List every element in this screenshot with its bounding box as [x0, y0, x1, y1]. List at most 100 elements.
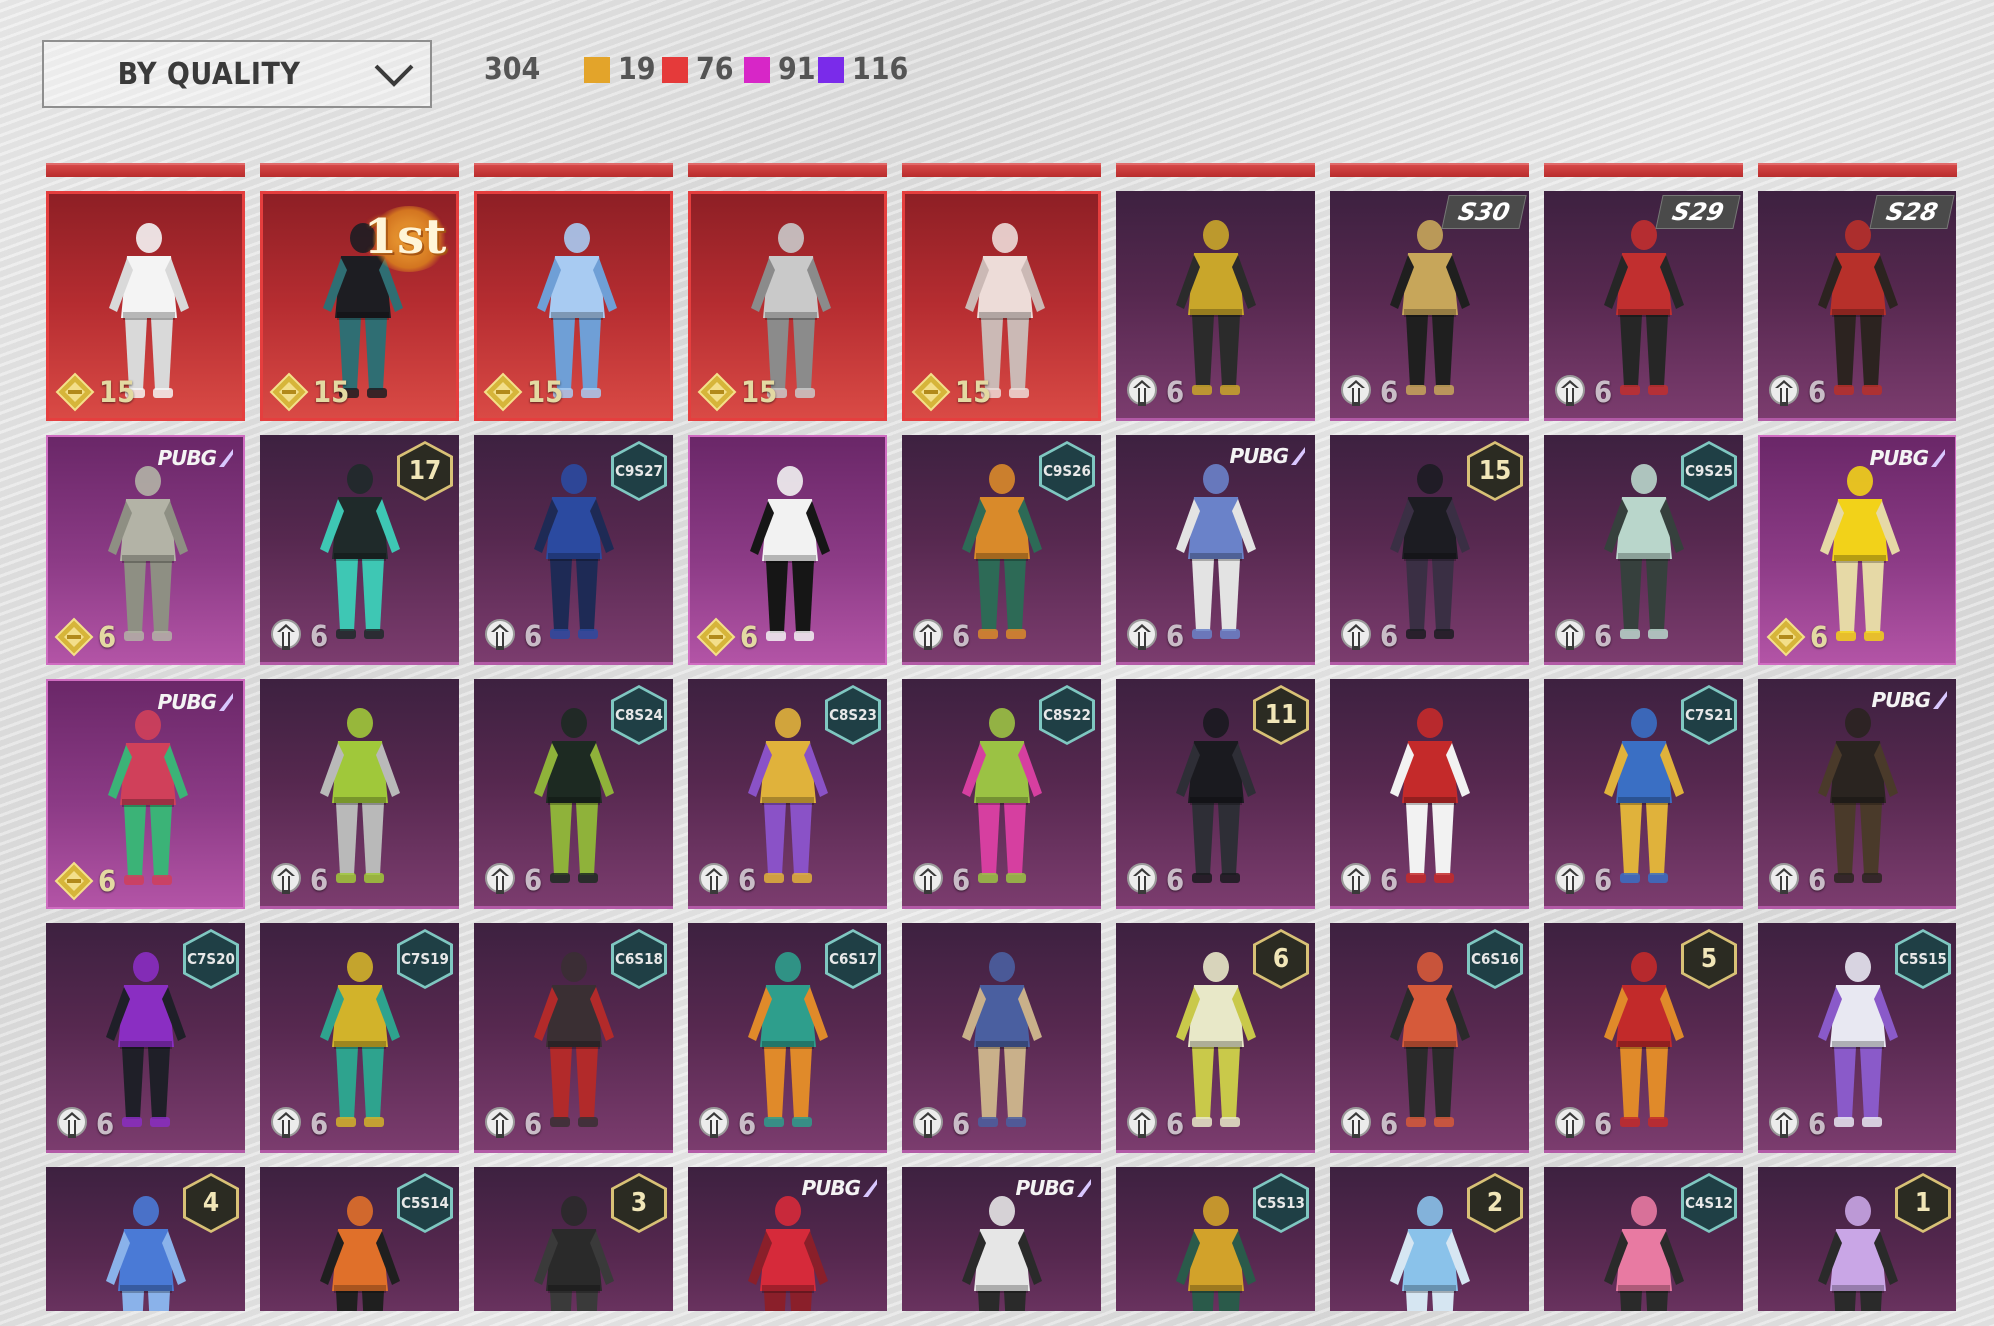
gold-coupon-icon	[55, 372, 95, 412]
price-value: 6	[740, 619, 759, 654]
outfit-card[interactable]: PUBG 6	[1758, 679, 1956, 909]
outfit-card[interactable]: C7S21 6	[1544, 679, 1743, 909]
price-value: 6	[1380, 1106, 1399, 1141]
previous-row-card-edge[interactable]	[1758, 163, 1957, 177]
previous-row-card-edge[interactable]	[1116, 163, 1315, 177]
outfit-card[interactable]: 2	[1330, 1167, 1529, 1311]
outfit-card[interactable]: 66	[1116, 923, 1315, 1153]
outfit-card[interactable]: C7S19 6	[260, 923, 459, 1153]
outfit-card[interactable]: PUBG 6	[46, 679, 245, 909]
outfit-card[interactable]: C5S13	[1116, 1167, 1315, 1311]
previous-row-card-edge[interactable]	[688, 163, 887, 177]
outfit-card[interactable]: 15	[688, 191, 887, 421]
outfit-card[interactable]: 15	[474, 191, 673, 421]
pubg-logo-badge: PUBG	[1225, 443, 1309, 469]
outfit-card[interactable]: 15 6	[1330, 435, 1529, 665]
silver-coupon-icon	[271, 1107, 301, 1138]
outfit-card[interactable]: C9S25 6	[1544, 435, 1743, 665]
previous-row-card-edge[interactable]	[1544, 163, 1743, 177]
price-tag: 6	[908, 616, 970, 656]
outfit-card[interactable]: 1st 15	[260, 191, 459, 421]
chevron-down-icon	[374, 64, 414, 87]
outfit-card[interactable]: PUBG	[902, 1167, 1101, 1311]
price-value: 6	[1594, 618, 1613, 653]
price-tag: 6	[1122, 1104, 1184, 1144]
outfit-card[interactable]: C8S23 6	[688, 679, 887, 909]
price-tag: 6	[1766, 617, 1828, 657]
price-value: 6	[310, 862, 329, 897]
badge-text: C6S16	[1470, 932, 1520, 986]
logo-mark-icon	[863, 1179, 877, 1197]
badge-text: C7S19	[400, 932, 450, 986]
silver-coupon-icon	[1769, 863, 1799, 894]
outfit-card[interactable]: PUBG 6	[1758, 435, 1956, 665]
price-value: 6	[310, 618, 329, 653]
outfit-card[interactable]: C9S27 6	[474, 435, 673, 665]
silver-coupon-icon	[485, 863, 515, 894]
price-value: 6	[96, 1106, 115, 1141]
sort-dropdown[interactable]: BY QUALITY	[42, 40, 432, 108]
price-value: 15	[313, 374, 350, 409]
price-tag: 6	[266, 616, 328, 656]
outfit-card[interactable]: 6	[902, 923, 1101, 1153]
outfit-card[interactable]: 1	[1758, 1167, 1956, 1311]
badge-text: 6	[1256, 932, 1306, 986]
price-value: 15	[741, 374, 778, 409]
badge-text: C9S27	[614, 444, 664, 498]
previous-row-card-edge[interactable]	[474, 163, 673, 177]
price-tag: 6	[54, 861, 116, 901]
outfit-card[interactable]: 56	[1544, 923, 1743, 1153]
previous-row-card-edge[interactable]	[902, 163, 1101, 177]
gold-coupon-icon	[911, 372, 951, 412]
outfit-card[interactable]: C6S16 6	[1330, 923, 1529, 1153]
outfit-card[interactable]: C6S18 6	[474, 923, 673, 1153]
outfit-card[interactable]: C9S26 6	[902, 435, 1101, 665]
price-value: 6	[524, 618, 543, 653]
badge-text: 17	[400, 444, 450, 498]
outfit-card[interactable]: 6	[688, 435, 887, 665]
badge-text: C4S12	[1684, 1176, 1734, 1230]
price-tag: 6	[1336, 616, 1398, 656]
outfit-card[interactable]: S28 6	[1758, 191, 1956, 421]
outfit-card[interactable]: C7S20 6	[46, 923, 245, 1153]
outfit-card[interactable]: PUBG	[688, 1167, 887, 1311]
quality-swatch	[818, 56, 844, 83]
outfit-card[interactable]: 6	[1330, 679, 1529, 909]
outfit-card[interactable]: C5S14	[260, 1167, 459, 1311]
price-tag: 6	[1764, 1104, 1826, 1144]
outfit-card[interactable]: 15	[902, 191, 1101, 421]
price-tag: 6	[1764, 372, 1826, 412]
outfit-card[interactable]: 17 6	[260, 435, 459, 665]
badge-text: C7S20	[186, 932, 236, 986]
outfit-card[interactable]: PUBG 6	[46, 435, 245, 665]
badge-text: C9S26	[1042, 444, 1092, 498]
outfit-card[interactable]: C8S22 6	[902, 679, 1101, 909]
previous-row-card-edge[interactable]	[260, 163, 459, 177]
outfit-card[interactable]: 3	[474, 1167, 673, 1311]
outfit-card[interactable]: S29 6	[1544, 191, 1743, 421]
previous-row-card-edge[interactable]	[1330, 163, 1529, 177]
badge-text: C6S18	[614, 932, 664, 986]
outfit-card[interactable]: 4	[46, 1167, 245, 1311]
price-tag: 6	[480, 616, 542, 656]
outfit-card[interactable]: C8S24 6	[474, 679, 673, 909]
outfit-card[interactable]: 6	[260, 679, 459, 909]
outfit-card[interactable]: C6S17 6	[688, 923, 887, 1153]
outfit-card[interactable]: PUBG 6	[1116, 435, 1315, 665]
price-value: 6	[1808, 374, 1827, 409]
price-value: 6	[952, 862, 971, 897]
price-tag: 6	[696, 617, 758, 657]
outfit-card[interactable]: S30 6	[1330, 191, 1529, 421]
outfit-card[interactable]: 11 6	[1116, 679, 1315, 909]
outfit-card[interactable]: 15	[46, 191, 245, 421]
previous-row-card-edge[interactable]	[46, 163, 245, 177]
price-value: 6	[1810, 619, 1829, 654]
outfit-card[interactable]: C4S12	[1544, 1167, 1743, 1311]
badge-text: C8S22	[1042, 688, 1092, 742]
badge-text: C8S23	[828, 688, 878, 742]
quality-count-gold: 19	[584, 52, 656, 87]
quality-count-violet: 116	[818, 52, 908, 87]
outfit-card[interactable]: C5S15 6	[1758, 923, 1956, 1153]
price-tag: 6	[694, 1104, 756, 1144]
outfit-card[interactable]: 6	[1116, 191, 1315, 421]
